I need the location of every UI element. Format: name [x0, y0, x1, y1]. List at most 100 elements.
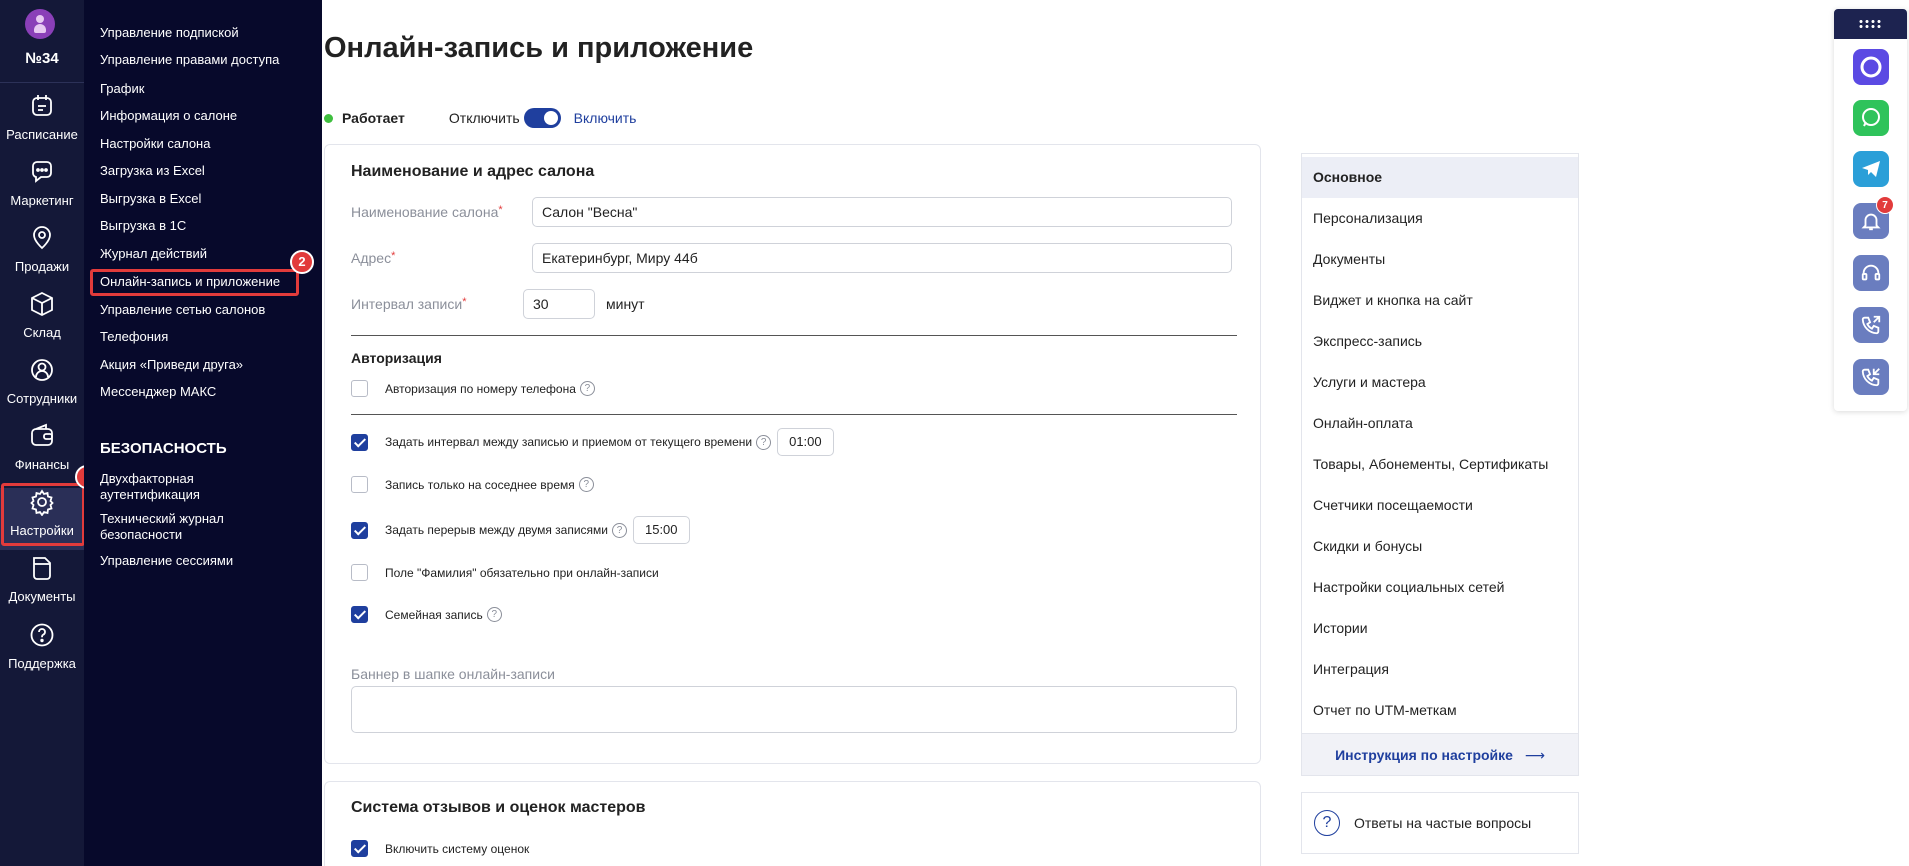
status-bar: Работает Отключить Включить	[324, 108, 636, 128]
nav-item[interactable]: Истории	[1302, 608, 1578, 649]
chat-app-button[interactable]	[1853, 49, 1889, 85]
submenu-item-online-booking[interactable]: Онлайн-запись и приложение	[100, 274, 315, 290]
rail-item-staff[interactable]: Сотрудники	[0, 356, 84, 418]
security-section-title: БЕЗОПАСНОСТЬ	[100, 440, 227, 457]
break-time-input[interactable]: 15:00	[632, 516, 690, 544]
nav-item[interactable]: Отчет по UTM-меткам	[1302, 690, 1578, 731]
reviews-enable-row: Включить систему оценок	[351, 840, 529, 857]
interval-input[interactable]: 30	[523, 289, 595, 319]
rail-label: Документы	[8, 589, 76, 604]
nav-item[interactable]: Настройки социальных сетей	[1302, 567, 1578, 608]
interval-time-input[interactable]: 01:00	[777, 428, 834, 456]
help-icon	[30, 623, 54, 647]
submenu-item[interactable]: Телефония	[100, 329, 315, 345]
rail-item-finance[interactable]: Финансы	[0, 422, 84, 484]
salon-name-input[interactable]: Салон "Весна"	[532, 197, 1232, 227]
disable-label[interactable]: Отключить	[449, 110, 520, 126]
help-icon[interactable]: ?	[578, 477, 594, 492]
nav-item[interactable]: Интеграция	[1302, 649, 1578, 690]
rail-label: Сотрудники	[6, 391, 78, 406]
submenu-item[interactable]: Управление сетью салонов	[100, 302, 315, 318]
settings-submenu: Управление подпиской Управление правами …	[84, 0, 322, 866]
banner-textarea[interactable]	[351, 686, 1237, 733]
submenu-item[interactable]: Акция «Приведи друга»	[100, 357, 315, 373]
rail-item-marketing[interactable]: Маркетинг	[0, 158, 84, 220]
submenu-item[interactable]: Управление подпиской	[100, 25, 315, 41]
apps-grid-button[interactable]	[1834, 9, 1907, 39]
rail-item-schedule[interactable]: Расписание	[0, 92, 84, 154]
step-marker-2: 2	[290, 250, 314, 274]
enable-label[interactable]: Включить	[574, 110, 637, 126]
submenu-item[interactable]: Управление сессиями	[100, 553, 315, 569]
adjacent-option-checkbox[interactable]	[351, 476, 368, 493]
setup-guide-link[interactable]: Инструкция по настройке ⟶	[1302, 733, 1578, 775]
submenu-item[interactable]: Мессенджер МАКС	[100, 384, 315, 400]
nav-item[interactable]: Экспресс-запись	[1302, 321, 1578, 362]
incoming-call-button[interactable]	[1853, 359, 1889, 395]
rail-label: Продажи	[14, 259, 70, 274]
nav-item[interactable]: Виджет и кнопка на сайт	[1302, 280, 1578, 321]
whatsapp-button[interactable]	[1853, 100, 1889, 136]
salon-name-label: Наименование салона*	[351, 204, 503, 220]
notifications-button[interactable]: 7	[1853, 196, 1894, 239]
outgoing-call-button[interactable]	[1853, 307, 1889, 343]
family-option-checkbox[interactable]	[351, 606, 368, 623]
nav-item[interactable]: Услуги и мастера	[1302, 362, 1578, 403]
quick-actions-dock: 7	[1834, 9, 1907, 411]
nav-item[interactable]: Онлайн-оплата	[1302, 403, 1578, 444]
nav-item[interactable]: Счетчики посещаемости	[1302, 485, 1578, 526]
submenu-item[interactable]: Выгрузка в Excel	[100, 191, 315, 207]
faq-link[interactable]: ? Ответы на частые вопросы	[1301, 792, 1579, 854]
break-option-checkbox[interactable]	[351, 521, 368, 539]
telegram-icon	[1862, 161, 1880, 177]
rail-item-documents[interactable]: Документы	[0, 554, 84, 616]
help-icon[interactable]: ?	[756, 434, 772, 450]
submenu-item[interactable]: Технический журнал безопасности	[100, 511, 250, 543]
help-icon[interactable]: ?	[611, 522, 627, 538]
surname-option-label: Поле "Фамилия" обязательно при онлайн-за…	[385, 565, 659, 580]
help-icon[interactable]: ?	[486, 607, 502, 622]
nav-item[interactable]: Товары, Абонементы, Сертификаты	[1302, 444, 1578, 485]
submenu-item[interactable]: Загрузка из Excel	[100, 163, 315, 179]
submenu-item[interactable]: Выгрузка в 1С	[100, 218, 315, 234]
booking-toggle[interactable]	[523, 108, 561, 128]
submenu-item[interactable]: График	[100, 81, 315, 97]
nav-item[interactable]: Скидки и бонусы	[1302, 526, 1578, 567]
submenu-item[interactable]: Настройки салона	[100, 136, 315, 152]
telegram-button[interactable]	[1853, 151, 1889, 187]
auth-phone-label: Авторизация по номеру телефона	[385, 381, 576, 396]
adjacent-option-row: Запись только на соседнее время ?	[351, 476, 594, 493]
salon-card: Наименование и адрес салона Наименование…	[324, 144, 1261, 764]
settings-section-nav: Основное Персонализация Документы Виджет…	[1301, 153, 1579, 776]
submenu-item[interactable]: Информация о салоне	[100, 108, 315, 124]
submenu-item[interactable]: Журнал действий	[100, 246, 315, 262]
nav-item[interactable]: Персонализация	[1302, 198, 1578, 239]
nav-item-main[interactable]: Основное	[1302, 157, 1578, 198]
auth-title: Авторизация	[351, 350, 442, 366]
chat-app-icon	[1860, 56, 1882, 78]
submenu-item[interactable]: Управление правами доступа	[100, 52, 315, 68]
rail-item-warehouse[interactable]: Склад	[0, 290, 84, 352]
auth-phone-checkbox[interactable]	[351, 380, 368, 397]
status-dot	[324, 113, 333, 123]
divider	[351, 335, 1237, 336]
rail-label: Маркетинг	[10, 193, 74, 208]
rail-item-support[interactable]: Поддержка	[0, 621, 84, 683]
support-button[interactable]	[1853, 255, 1889, 291]
status-text: Работает	[342, 110, 405, 126]
bell-icon	[1861, 213, 1881, 231]
interval-option-checkbox[interactable]	[351, 433, 368, 451]
help-icon[interactable]: ?	[579, 381, 595, 396]
surname-option-checkbox[interactable]	[351, 564, 368, 581]
rail-item-sales[interactable]: Продажи	[0, 224, 84, 286]
person-icon	[31, 359, 53, 381]
surname-option-row: Поле "Фамилия" обязательно при онлайн-за…	[351, 564, 659, 581]
reviews-enable-checkbox[interactable]	[351, 840, 368, 857]
rail-item-settings[interactable]: Настройки	[0, 488, 84, 550]
salon-avatar[interactable]	[25, 9, 55, 39]
submenu-item[interactable]: Двухфакторная аутентификация	[100, 471, 250, 503]
page-title: Онлайн-запись и приложение	[324, 32, 754, 64]
address-input[interactable]: Екатеринбург, Миру 44б	[532, 243, 1232, 273]
rail-label: Финансы	[14, 457, 70, 472]
nav-item[interactable]: Документы	[1302, 239, 1578, 280]
